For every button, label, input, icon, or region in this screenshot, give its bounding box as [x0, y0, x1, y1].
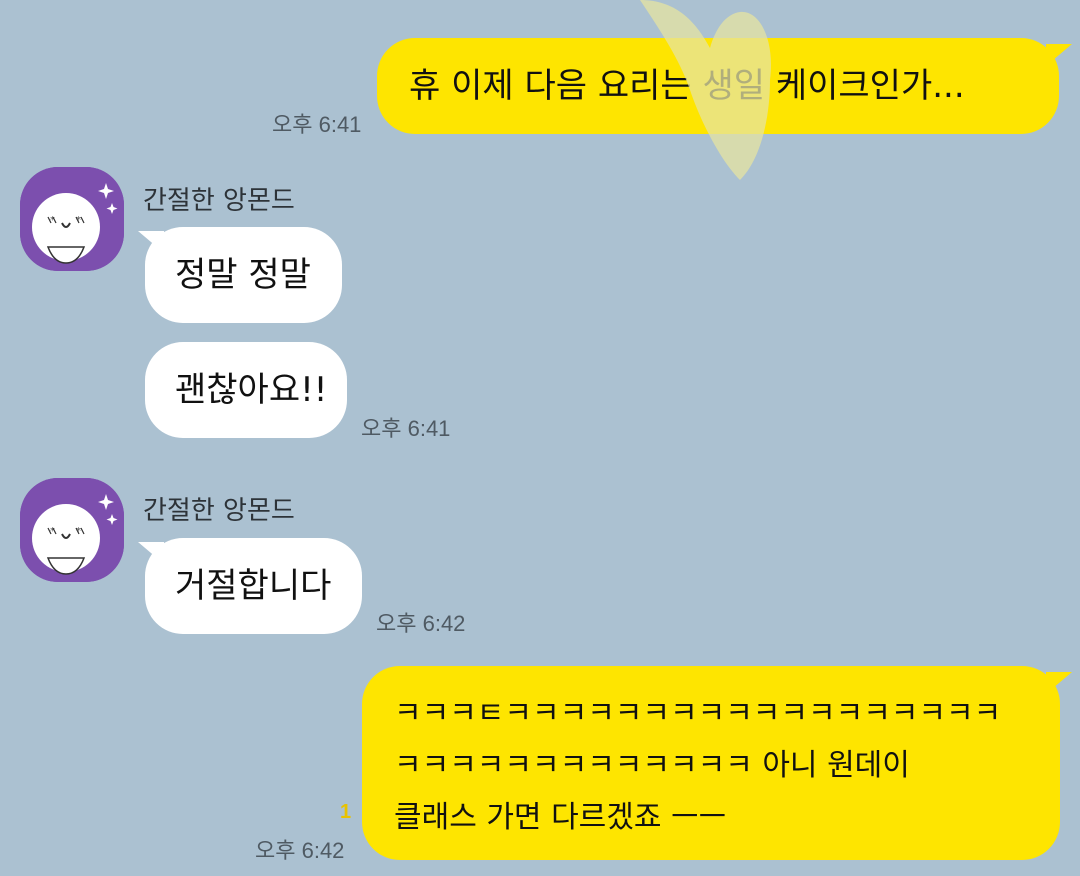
message-text: 정말 정말: [175, 255, 311, 295]
other-message-bubble[interactable]: 정말 정말: [145, 227, 342, 323]
avatar-character-icon: * *: [20, 167, 124, 271]
message-text-line: ㅋㅋㅋㅌㅋㅋㅋㅋㅋㅋㅋㅋㅋㅋㅋㅋㅋㅋㅋㅋㅋㅋ: [394, 696, 1002, 731]
contact-avatar[interactable]: * *: [20, 167, 124, 271]
message-time: 오후 6:41: [361, 416, 451, 441]
unread-count: 1: [340, 801, 352, 823]
sender-name: 간절한 앙몬드: [143, 496, 295, 526]
message-text-line: ㅋㅋㅋㅋㅋㅋㅋㅋㅋㅋㅋㅋㅋ 아니 원데이: [394, 748, 910, 783]
other-message-bubble[interactable]: 괜찮아요!!: [145, 342, 347, 438]
message-time: 오후 6:42: [255, 838, 345, 863]
message-text: 괜찮아요!!: [175, 370, 328, 410]
other-message-bubble[interactable]: 거절합니다: [145, 538, 362, 634]
my-message-bubble[interactable]: ㅋㅋㅋㅌㅋㅋㅋㅋㅋㅋㅋㅋㅋㅋㅋㅋㅋㅋㅋㅋㅋㅋ ㅋㅋㅋㅋㅋㅋㅋㅋㅋㅋㅋㅋㅋ 아니 …: [362, 666, 1060, 860]
bubble-tail: [138, 542, 164, 564]
bubble-tail: [138, 231, 164, 253]
bubble-tail: [1046, 672, 1072, 694]
message-time: 오후 6:42: [376, 611, 466, 636]
message-text: 휴 이제 다음 요리는 생일 케이크인가...: [409, 66, 965, 106]
sender-name: 간절한 앙몬드: [143, 186, 295, 216]
message-text-line: 클래스 가면 다르겠죠 ㅡㅡ: [394, 800, 727, 835]
message-time: 오후 6:41: [272, 112, 362, 137]
svg-text:*: *: [76, 215, 81, 226]
contact-avatar[interactable]: * *: [20, 478, 124, 582]
bubble-tail: [1046, 44, 1072, 66]
message-text: 거절합니다: [175, 566, 332, 606]
svg-text:*: *: [76, 526, 81, 537]
avatar-character-icon: * *: [20, 478, 124, 582]
my-message-bubble[interactable]: 휴 이제 다음 요리는 생일 케이크인가...: [377, 38, 1059, 134]
